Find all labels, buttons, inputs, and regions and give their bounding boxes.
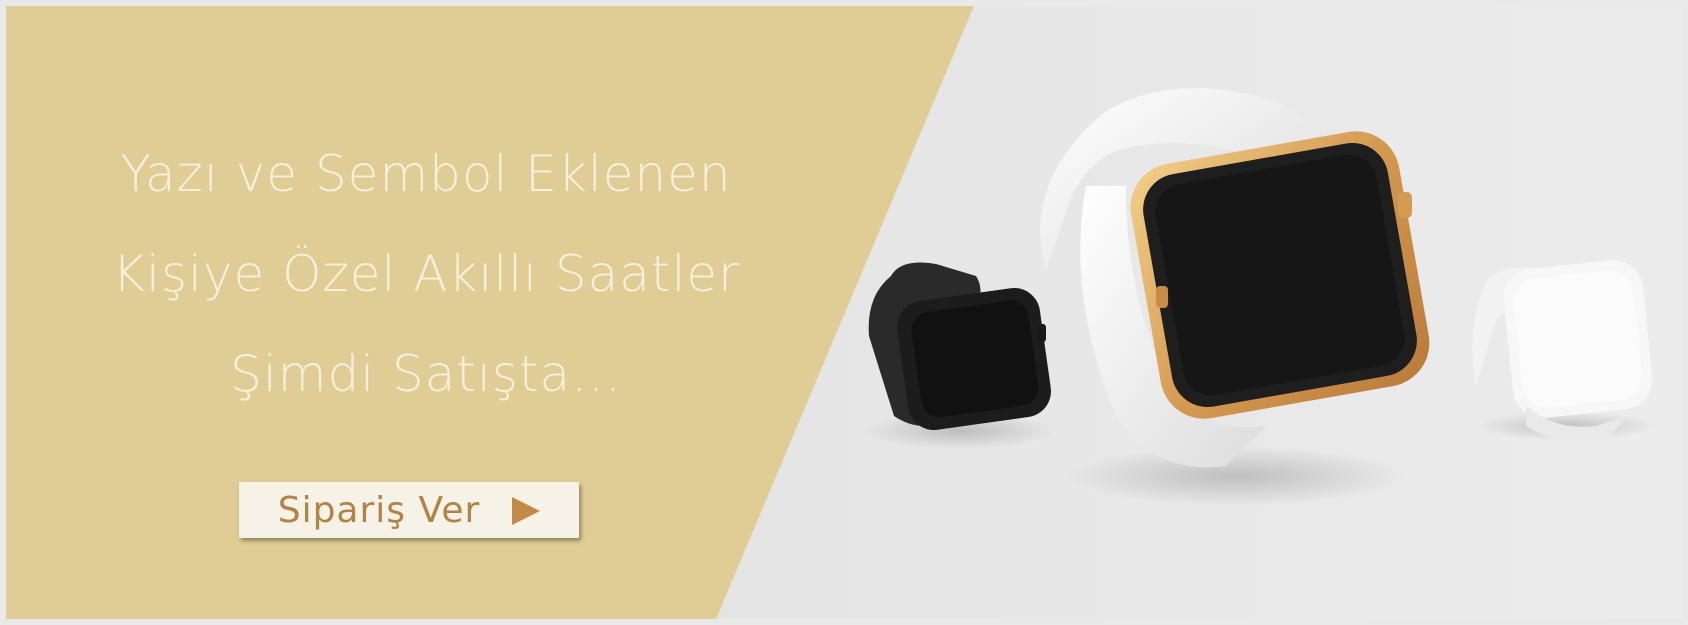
white-smartwatch [1472, 260, 1656, 442]
promo-banner: Yazı ve Sembol Eklenen Kişiye Özel Akıll… [0, 0, 1688, 625]
smartwatch-images [866, 88, 1656, 506]
gold-white-smartwatch [1040, 88, 1430, 506]
black-smartwatch [866, 262, 1056, 449]
